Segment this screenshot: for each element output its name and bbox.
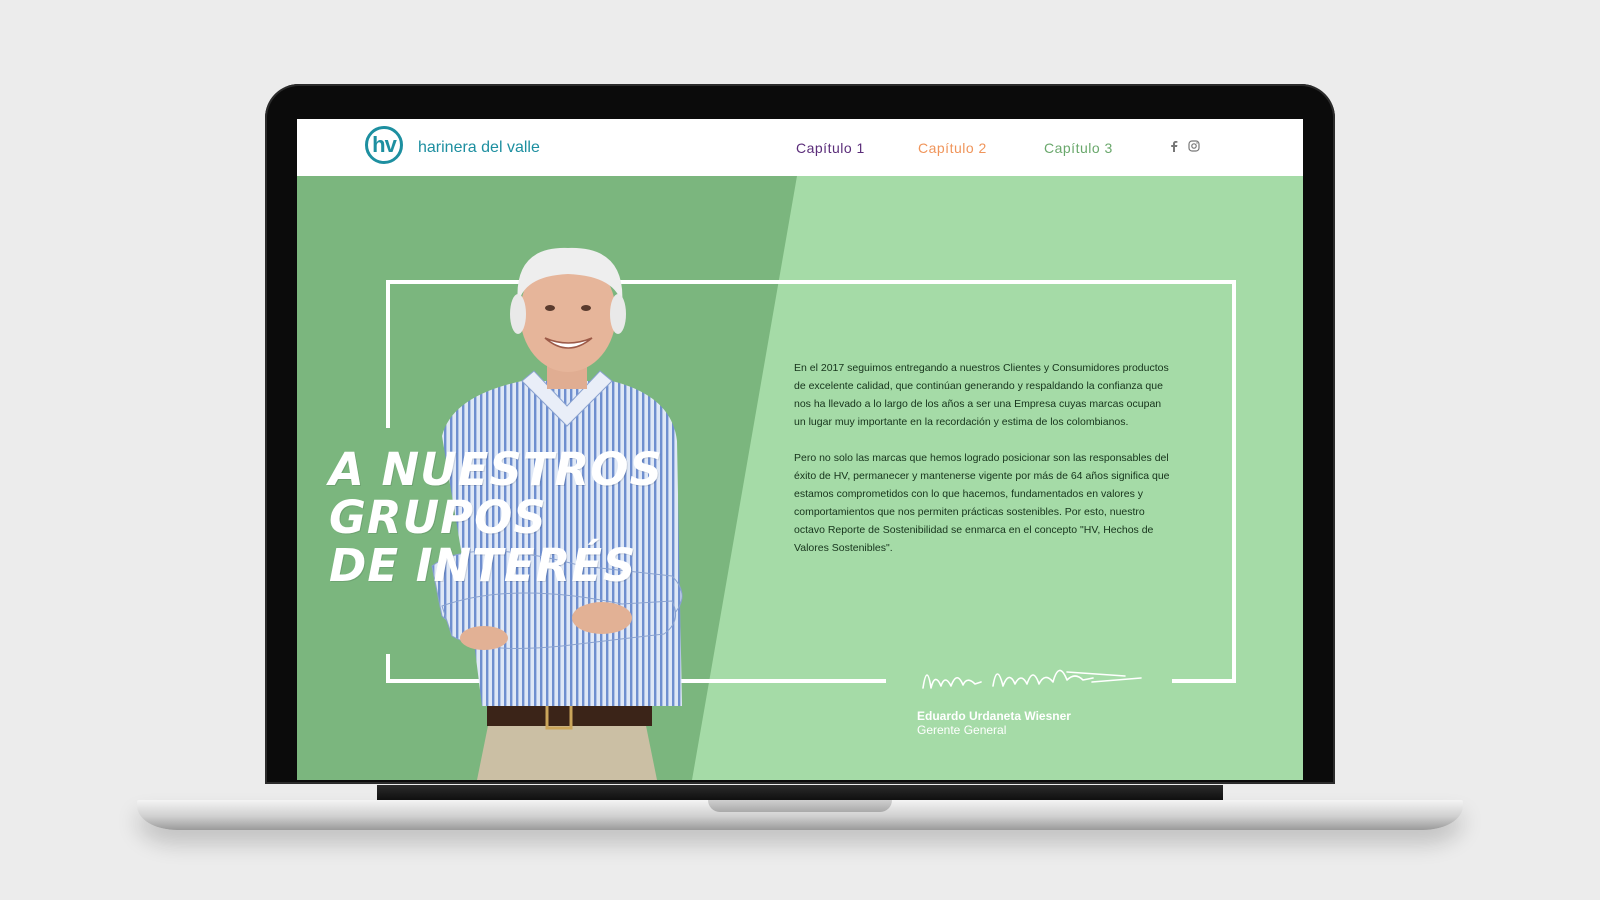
site-header: hv harinera del valle Capítulo 1 Capítul…: [297, 119, 1303, 176]
hv-logo-badge[interactable]: hv: [365, 126, 403, 164]
message-body: En el 2017 seguimos entregando a nuestro…: [794, 359, 1174, 575]
handwritten-signature: [922, 669, 1142, 689]
instagram-icon[interactable]: [1188, 140, 1200, 155]
frame-line: [1172, 679, 1236, 683]
signer-name: Eduardo Urdaneta Wiesner: [917, 709, 1071, 723]
frame-line: [1232, 280, 1236, 683]
nav-capitulo-1[interactable]: Capítulo 1: [796, 140, 865, 156]
signer-role: Gerente General: [917, 723, 1007, 737]
headline-line: DE INTERÉS: [329, 539, 637, 592]
hero-section: A NUESTROS GRUPOS DE INTERÉS En el 2017 …: [297, 176, 1303, 780]
logo-text[interactable]: harinera del valle: [418, 139, 540, 157]
headline: A NUESTROS GRUPOS DE INTERÉS: [329, 446, 663, 590]
website-screen: hv harinera del valle Capítulo 1 Capítul…: [297, 119, 1303, 780]
headline-line: A NUESTROS: [329, 443, 663, 496]
paragraph: Pero no solo las marcas que hemos lograd…: [794, 452, 1170, 554]
nav-capitulo-3[interactable]: Capítulo 3: [1044, 140, 1113, 156]
laptop-hinge: [377, 785, 1223, 800]
nav-capitulo-2[interactable]: Capítulo 2: [918, 140, 987, 156]
headline-line: GRUPOS: [329, 491, 547, 544]
laptop-notch: [708, 800, 892, 812]
paragraph: En el 2017 seguimos entregando a nuestro…: [794, 362, 1169, 428]
facebook-icon[interactable]: [1170, 140, 1178, 155]
